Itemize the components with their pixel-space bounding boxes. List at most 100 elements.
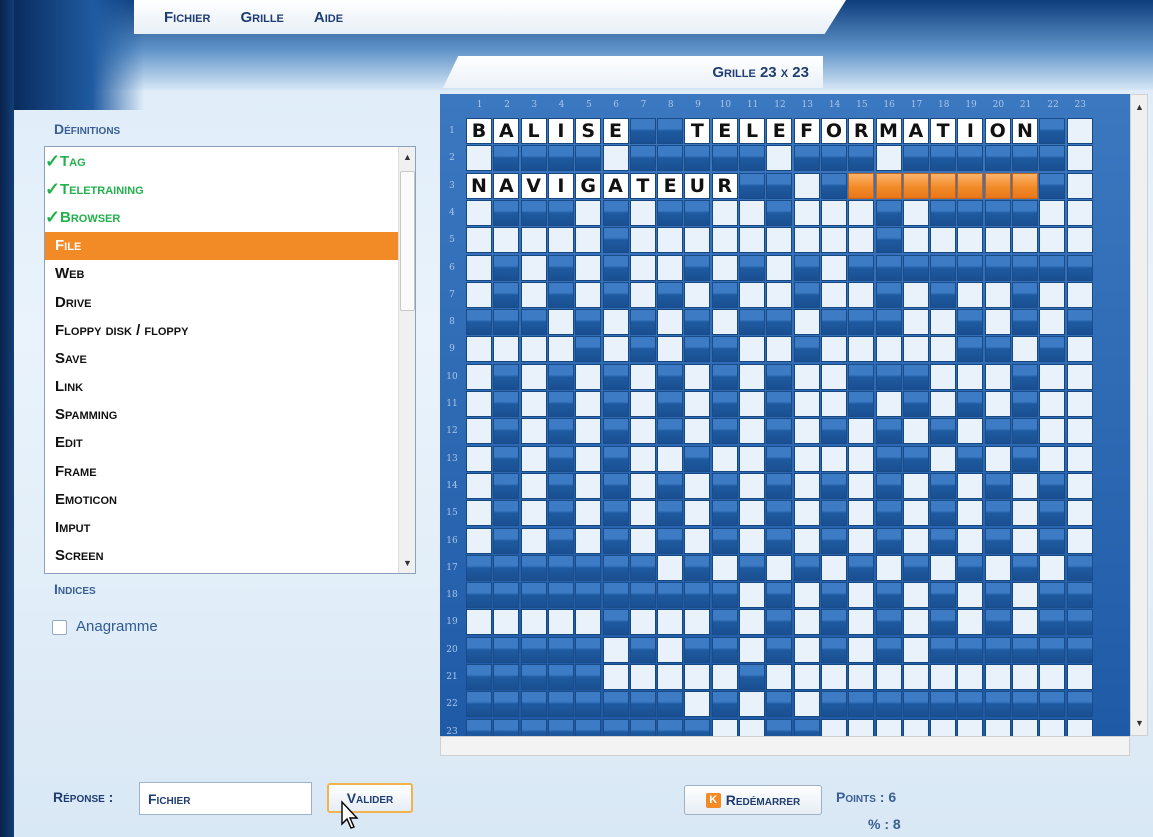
grid-empty-cell[interactable] <box>629 254 656 281</box>
grid-letter-cell[interactable]: O <box>984 118 1011 144</box>
grid-empty-cell[interactable] <box>739 281 765 308</box>
grid-letter-cell[interactable]: T <box>930 118 957 144</box>
grid-empty-cell[interactable] <box>820 363 847 390</box>
grid-empty-cell[interactable] <box>739 418 765 445</box>
grid-empty-cell[interactable] <box>930 718 957 736</box>
grid-empty-cell[interactable] <box>493 609 520 636</box>
grid-empty-cell[interactable] <box>930 445 957 472</box>
grid-letter-cell[interactable]: I <box>547 172 574 199</box>
grid-empty-cell[interactable] <box>902 472 929 499</box>
grid-empty-cell[interactable] <box>902 582 929 609</box>
grid-highlight-cell[interactable] <box>902 172 929 199</box>
grid-empty-cell[interactable] <box>684 281 711 308</box>
grid-empty-cell[interactable] <box>466 145 492 172</box>
grid-empty-cell[interactable] <box>711 554 738 581</box>
grid-empty-cell[interactable] <box>766 281 793 308</box>
grid-empty-cell[interactable] <box>684 664 711 690</box>
grid-empty-cell[interactable] <box>466 445 492 472</box>
grid-empty-cell[interactable] <box>1066 527 1093 554</box>
grid-empty-cell[interactable] <box>711 445 738 472</box>
grid-empty-cell[interactable] <box>629 445 656 472</box>
grid-empty-cell[interactable] <box>739 363 765 390</box>
grid-letter-cell[interactable]: A <box>493 118 520 144</box>
grid-empty-cell[interactable] <box>766 145 793 172</box>
grid-empty-cell[interactable] <box>520 500 547 527</box>
grid-empty-cell[interactable] <box>520 336 547 363</box>
grid-empty-cell[interactable] <box>629 227 656 254</box>
definition-item[interactable]: Link <box>45 373 399 401</box>
grid-empty-cell[interactable] <box>848 445 875 472</box>
grid-letter-cell[interactable]: I <box>957 118 984 144</box>
grid-empty-cell[interactable] <box>848 281 875 308</box>
grid-empty-cell[interactable] <box>1012 609 1038 636</box>
grid-empty-cell[interactable] <box>629 609 656 636</box>
grid-empty-cell[interactable] <box>1066 391 1093 417</box>
grid-empty-cell[interactable] <box>684 500 711 527</box>
grid-empty-cell[interactable] <box>820 281 847 308</box>
grid-empty-cell[interactable] <box>629 527 656 554</box>
grid-letter-cell[interactable]: R <box>711 172 738 199</box>
grid-scroll-up-icon[interactable]: ▲ <box>1132 99 1147 115</box>
grid-letter-cell[interactable]: B <box>466 118 492 144</box>
grid-empty-cell[interactable] <box>930 227 957 254</box>
grid-empty-cell[interactable] <box>902 336 929 363</box>
grid-empty-cell[interactable] <box>902 309 929 336</box>
grid-empty-cell[interactable] <box>820 199 847 226</box>
grid-empty-cell[interactable] <box>466 609 492 636</box>
grid-empty-cell[interactable] <box>875 718 902 736</box>
grid-empty-cell[interactable] <box>1039 554 1066 581</box>
grid-empty-cell[interactable] <box>629 472 656 499</box>
scrollbar-thumb[interactable] <box>400 171 415 311</box>
grid-empty-cell[interactable] <box>957 527 984 554</box>
grid-empty-cell[interactable] <box>684 227 711 254</box>
grid-empty-cell[interactable] <box>848 527 875 554</box>
grid-empty-cell[interactable] <box>1012 500 1038 527</box>
grid-highlight-cell[interactable] <box>848 172 875 199</box>
grid-empty-cell[interactable] <box>575 199 602 226</box>
grid-empty-cell[interactable] <box>520 227 547 254</box>
grid-empty-cell[interactable] <box>875 336 902 363</box>
grid-empty-cell[interactable] <box>902 636 929 663</box>
grid-empty-cell[interactable] <box>1039 664 1066 690</box>
grid-empty-cell[interactable] <box>657 636 684 663</box>
grid-empty-cell[interactable] <box>930 391 957 417</box>
grid-empty-cell[interactable] <box>793 363 820 390</box>
grid-empty-cell[interactable] <box>1012 582 1038 609</box>
grid-empty-cell[interactable] <box>629 199 656 226</box>
grid-empty-cell[interactable] <box>793 582 820 609</box>
grid-empty-cell[interactable] <box>629 664 656 690</box>
definition-item[interactable]: Imput <box>45 513 399 541</box>
grid-empty-cell[interactable] <box>957 718 984 736</box>
grid-empty-cell[interactable] <box>957 281 984 308</box>
grid-empty-cell[interactable] <box>848 718 875 736</box>
grid-empty-cell[interactable] <box>984 281 1011 308</box>
grid-empty-cell[interactable] <box>466 227 492 254</box>
grid-empty-cell[interactable] <box>575 227 602 254</box>
grid-empty-cell[interactable] <box>466 363 492 390</box>
grid-empty-cell[interactable] <box>1039 227 1066 254</box>
grid-letter-cell[interactable]: V <box>520 172 547 199</box>
grid-empty-cell[interactable] <box>848 418 875 445</box>
grid-empty-cell[interactable] <box>1039 718 1066 736</box>
grid-empty-cell[interactable] <box>957 418 984 445</box>
grid-empty-cell[interactable] <box>1039 418 1066 445</box>
grid-empty-cell[interactable] <box>1012 718 1038 736</box>
grid-empty-cell[interactable] <box>766 554 793 581</box>
grid-letter-cell[interactable]: T <box>629 172 656 199</box>
grid-empty-cell[interactable] <box>1039 445 1066 472</box>
grid-empty-cell[interactable] <box>575 527 602 554</box>
grid-empty-cell[interactable] <box>602 336 629 363</box>
grid-empty-cell[interactable] <box>984 363 1011 390</box>
grid-letter-cell[interactable]: E <box>711 118 738 144</box>
grid-empty-cell[interactable] <box>657 309 684 336</box>
grid-empty-cell[interactable] <box>875 554 902 581</box>
grid-empty-cell[interactable] <box>739 336 765 363</box>
grid-letter-cell[interactable]: E <box>657 172 684 199</box>
grid-highlight-cell[interactable] <box>957 172 984 199</box>
grid-empty-cell[interactable] <box>957 472 984 499</box>
grid-empty-cell[interactable] <box>848 500 875 527</box>
grid-empty-cell[interactable] <box>793 472 820 499</box>
grid-empty-cell[interactable] <box>739 227 765 254</box>
grid-letter-cell[interactable]: F <box>793 118 820 144</box>
grid-empty-cell[interactable] <box>602 309 629 336</box>
